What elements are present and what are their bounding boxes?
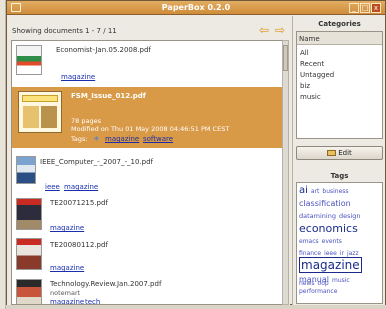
category-item[interactable]: biz [300,82,310,90]
document-name: TE20080112.pdf [50,241,108,249]
minimize-button[interactable]: _ [349,3,359,13]
desktop-bottom-edge [6,305,386,309]
document-name: Technology.Review.Jan.2007.pdf [50,280,162,288]
right-arrow-icon[interactable]: ⇨ [275,24,285,36]
document-thumbnail [16,279,42,304]
tag-cloud-item[interactable]: performance [299,288,337,295]
tag-cloud-item[interactable]: art [311,188,320,195]
column-header-name[interactable]: Name [297,32,382,45]
document-thumbnail [16,156,36,184]
close-button[interactable]: x [371,3,381,13]
category-item[interactable]: Recent [300,60,324,68]
document-list[interactable]: Economist-Jan.05.2008.pdf magazine FSM_I… [11,40,283,305]
tag-cloud-item[interactable]: ai [299,185,308,196]
tag-cloud-item[interactable]: classification [299,199,351,208]
document-name: TE20071215.pdf [50,199,108,207]
tag-cloud-item[interactable]: jazz [347,250,359,257]
tag-icon: ◈ [94,134,99,142]
list-item[interactable]: TE20080112.pdf magazine [12,234,282,274]
window-title: PaperBox 0.2.0 [161,3,231,12]
categories-list[interactable]: Name All Recent Untagged biz music [296,31,383,139]
tag-cloud-item[interactable]: design [339,212,361,220]
maximize-button[interactable]: □ [360,3,370,13]
modified-date: Modified on Thu 01 May 2008 04:46:51 PM … [71,125,230,133]
document-thumbnail [16,238,42,270]
tag-link[interactable]: magazine [64,183,98,191]
list-item[interactable]: TE20071215.pdf magazine [12,194,282,234]
document-author: notemart [50,289,81,297]
document-pane: Showing documents 1 - 7 / 11 ⇦ ⇨ Economi… [7,16,290,305]
tag-link[interactable]: magazine [50,264,84,272]
tag-cloud-item[interactable]: ieee [324,250,337,257]
tag-link[interactable]: magazine [50,224,84,232]
tag-cloud[interactable]: ai art business classification datamining d… [296,182,383,304]
app-window: PaperBox 0.2.0 _ □ x Showing documents 1… [6,0,386,305]
edit-button[interactable]: Edit [296,146,383,160]
tag-cloud-item[interactable]: datamining [299,212,336,220]
tag-cloud-item-selected[interactable]: magazine [299,257,362,273]
list-item[interactable]: IEEE_Computer_-_2007_-_10.pdf ieee magaz… [12,148,282,194]
list-item[interactable]: Technology.Review.Jan.2007.pdf notemart … [12,274,282,304]
categories-heading: Categories [318,20,361,28]
document-thumbnail [18,91,62,133]
tag-link[interactable]: ieee [45,183,60,191]
document-name: FSM_Issue_012.pdf [71,92,146,100]
edit-icon [327,150,337,156]
document-name: Economist-Jan.05.2008.pdf [56,46,151,54]
document-thumbnail [16,45,42,75]
tag-cloud-item[interactable]: business [322,188,348,195]
tags-label: Tags: [71,135,88,143]
sidebar: Categories Name All Recent Untagged biz … [292,16,385,305]
category-item[interactable]: Untagged [300,71,334,79]
category-item[interactable]: All [300,49,309,57]
tag-cloud-item[interactable]: oop [318,280,329,287]
scrollbar-thumb[interactable] [283,45,288,71]
tag-link[interactable]: magazine [50,298,84,304]
tag-link[interactable]: tech [85,298,100,304]
left-arrow-icon[interactable]: ⇦ [259,24,269,36]
tag-cloud-item[interactable]: news [299,280,315,287]
list-item[interactable]: Economist-Jan.05.2008.pdf magazine [12,41,282,87]
document-name: IEEE_Computer_-_2007_-_10.pdf [40,158,153,166]
category-item[interactable]: music [300,93,321,101]
tag-cloud-item[interactable]: music [332,277,350,284]
tag-cloud-item[interactable]: economics [299,222,358,235]
tag-link[interactable]: magazine [105,135,139,143]
tags-heading: Tags [330,172,349,180]
document-thumbnail [16,198,42,230]
list-item-selected[interactable]: FSM_Issue_012.pdf 78 pages Modified on T… [12,87,282,148]
list-scrollbar[interactable] [282,40,289,305]
tag-link[interactable]: magazine [61,73,95,81]
edit-button-label: Edit [338,149,352,157]
tag-cloud-item[interactable]: ir [340,250,344,257]
tag-cloud-item[interactable]: emacs [299,238,319,245]
tag-cloud-item[interactable]: finance [299,250,321,257]
tag-cloud-item[interactable]: events [322,238,342,245]
page-count: 78 pages [71,117,101,125]
title-bar[interactable]: PaperBox 0.2.0 _ □ x [7,1,385,15]
showing-count: Showing documents 1 - 7 / 11 [12,27,117,35]
tag-link[interactable]: software [143,135,173,143]
